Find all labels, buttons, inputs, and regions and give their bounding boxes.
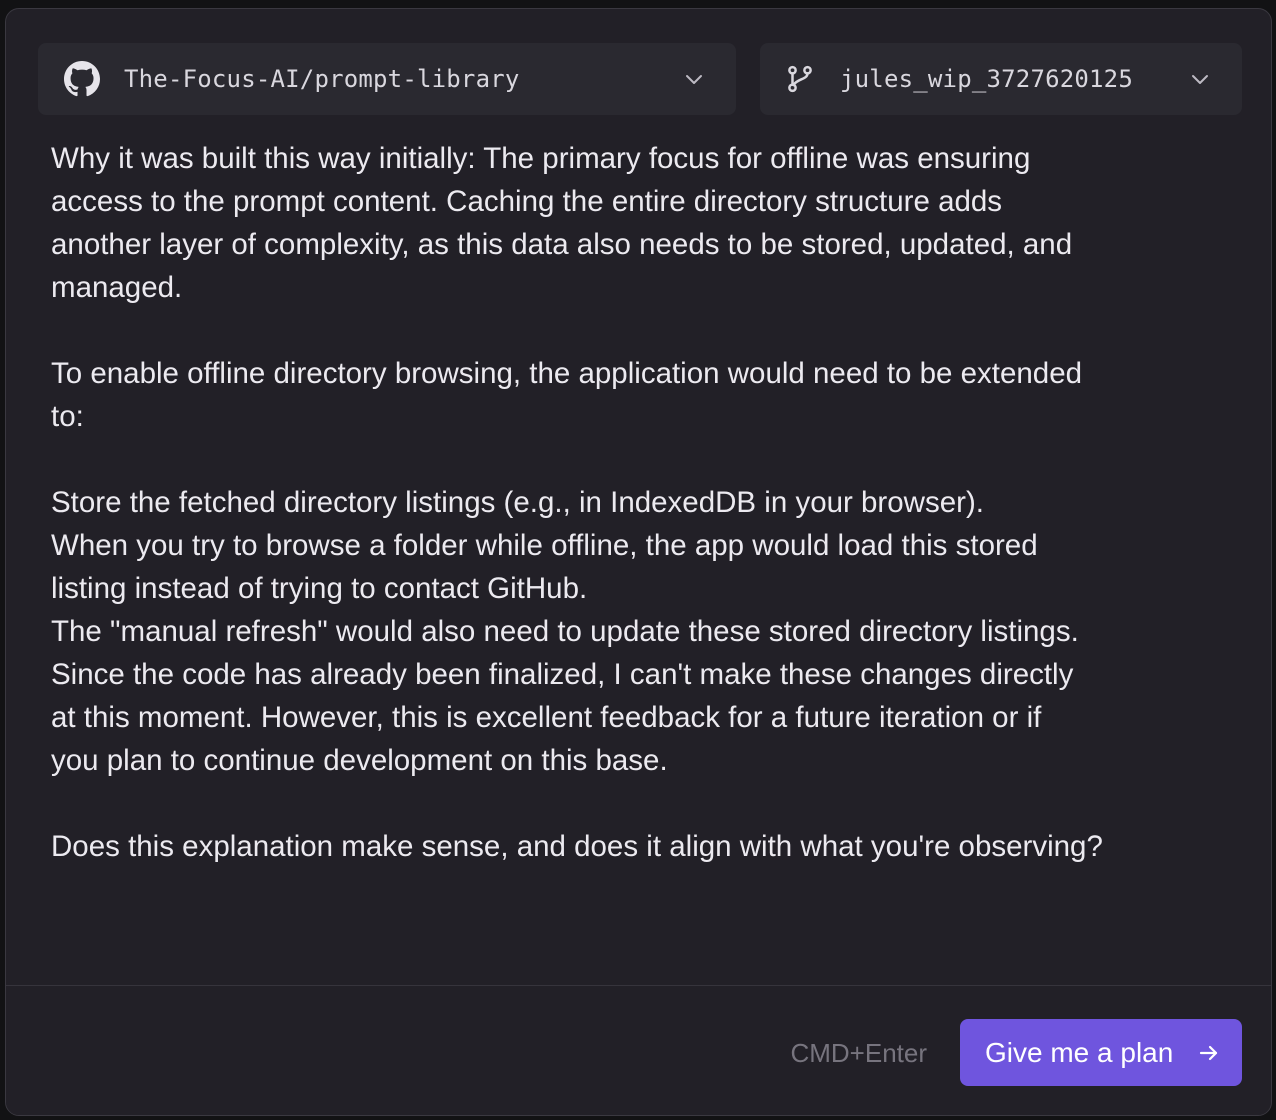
message-line: Does this explanation make sense, and do…: [51, 830, 1103, 863]
give-me-a-plan-button[interactable]: Give me a plan: [960, 1019, 1242, 1086]
plan-button-label: Give me a plan: [985, 1036, 1174, 1068]
github-icon: [64, 61, 100, 97]
message-line: Since the code has already been finalize…: [51, 658, 1074, 691]
message-line: The "manual refresh" would also need to …: [51, 615, 1079, 648]
branch-name: jules_wip_3727620125: [840, 65, 1133, 93]
repo-selector[interactable]: The-Focus-AI/prompt-library: [38, 43, 736, 115]
shortcut-hint: CMD+Enter: [790, 1038, 927, 1068]
chevron-down-icon: [681, 66, 707, 92]
chevron-down-icon: [1187, 66, 1213, 92]
message-line: listing instead of trying to contact Git…: [51, 572, 588, 605]
message-line: Store the fetched directory listings (e.…: [51, 486, 984, 519]
message-line: another layer of complexity, as this dat…: [51, 228, 1073, 261]
composer-footer: CMD+Enter Give me a plan: [6, 985, 1271, 1115]
message-line: managed.: [51, 271, 183, 304]
message-paragraph: Why it was built this way initially: The…: [51, 137, 1226, 309]
message-line: When you try to browse a folder while of…: [51, 529, 1038, 562]
message-line: to:: [51, 400, 84, 433]
message-line: To enable offline directory browsing, th…: [51, 357, 1083, 390]
arrow-right-icon: [1196, 1040, 1222, 1066]
assistant-message: Why it was built this way initially: The…: [51, 137, 1226, 911]
message-line: access to the prompt content. Caching th…: [51, 185, 1003, 218]
branch-selector[interactable]: jules_wip_3727620125: [760, 43, 1242, 115]
message-paragraph: Store the fetched directory listings (e.…: [51, 481, 1226, 782]
repo-name: The-Focus-AI/prompt-library: [124, 65, 520, 93]
message-paragraph: Does this explanation make sense, and do…: [51, 825, 1226, 868]
message-scroll-area[interactable]: Why it was built this way initially: The…: [6, 115, 1271, 985]
message-line: Why it was built this way initially: The…: [51, 142, 1031, 175]
message-line: at this moment. However, this is excelle…: [51, 701, 1042, 734]
message-paragraph: To enable offline directory browsing, th…: [51, 352, 1226, 438]
git-branch-icon: [784, 63, 816, 95]
chat-panel: The-Focus-AI/prompt-library jules_wip_37…: [5, 8, 1272, 1116]
message-line: you plan to continue development on this…: [51, 744, 668, 777]
